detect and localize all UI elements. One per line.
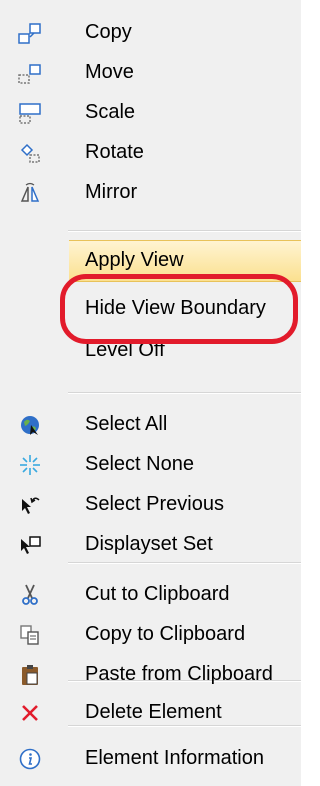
menu-separator [68, 230, 301, 232]
mirror-element-icon [16, 179, 44, 207]
menu-item-scale[interactable]: Scale [0, 92, 301, 133]
menu-item-label: Mirror [85, 181, 138, 203]
menu-item-label: Copy to Clipboard [85, 623, 246, 645]
menu-item-label: Cut to Clipboard [85, 583, 230, 605]
menu-item-move[interactable]: Move [0, 52, 301, 93]
menu-item-element-information[interactable]: Element Information [0, 738, 301, 779]
menu-item-copy-to-clipboard[interactable]: Copy to Clipboard [0, 614, 301, 655]
menu-item-label: Paste from Clipboard [85, 663, 273, 685]
menu-item-copy[interactable]: Copy [0, 12, 301, 53]
menu-item-label: Select Previous [85, 493, 224, 515]
copy-element-icon [16, 19, 44, 47]
menu-item-label: Element Information [85, 747, 264, 769]
paste-clipboard-icon [16, 661, 44, 689]
menu-item-label: Displayset Set [85, 533, 213, 555]
menu-item-label: Scale [85, 101, 136, 123]
scissors-icon [16, 581, 44, 609]
select-none-icon [16, 451, 44, 479]
menu-item-label: Move [85, 61, 134, 83]
select-all-icon [16, 411, 44, 439]
menu-item-cut-to-clipboard[interactable]: Cut to Clipboard [0, 574, 301, 615]
menu-item-paste-from-clipboard[interactable]: Paste from Clipboard [0, 654, 301, 695]
menu-item-delete-element[interactable]: Delete Element [0, 692, 301, 733]
scale-element-icon [16, 99, 44, 127]
copy-clipboard-icon [16, 621, 44, 649]
menu-item-label: Rotate [85, 141, 144, 163]
menu-item-select-all[interactable]: Select All [0, 404, 301, 445]
menu-item-displayset-set[interactable]: Displayset Set [0, 524, 301, 565]
menu-item-label: Select All [85, 413, 168, 435]
displayset-set-icon [16, 531, 44, 559]
menu-item-select-none[interactable]: Select None [0, 444, 301, 485]
context-menu: Copy Move Scale Rotate Mirror Apply View… [0, 0, 301, 786]
menu-separator [68, 392, 301, 394]
delete-x-icon [16, 699, 44, 727]
move-element-icon [16, 59, 44, 87]
menu-item-label: Copy [85, 21, 132, 43]
menu-item-label: Select None [85, 453, 194, 475]
red-annotation-outline [60, 274, 298, 344]
menu-item-rotate[interactable]: Rotate [0, 132, 301, 173]
menu-item-select-previous[interactable]: Select Previous [0, 484, 301, 525]
rotate-element-icon [16, 139, 44, 167]
menu-item-mirror[interactable]: Mirror [0, 172, 301, 213]
menu-item-label: Apply View [85, 249, 184, 271]
menu-item-label: Delete Element [85, 701, 222, 723]
select-previous-icon [16, 491, 44, 519]
info-icon [16, 745, 44, 773]
